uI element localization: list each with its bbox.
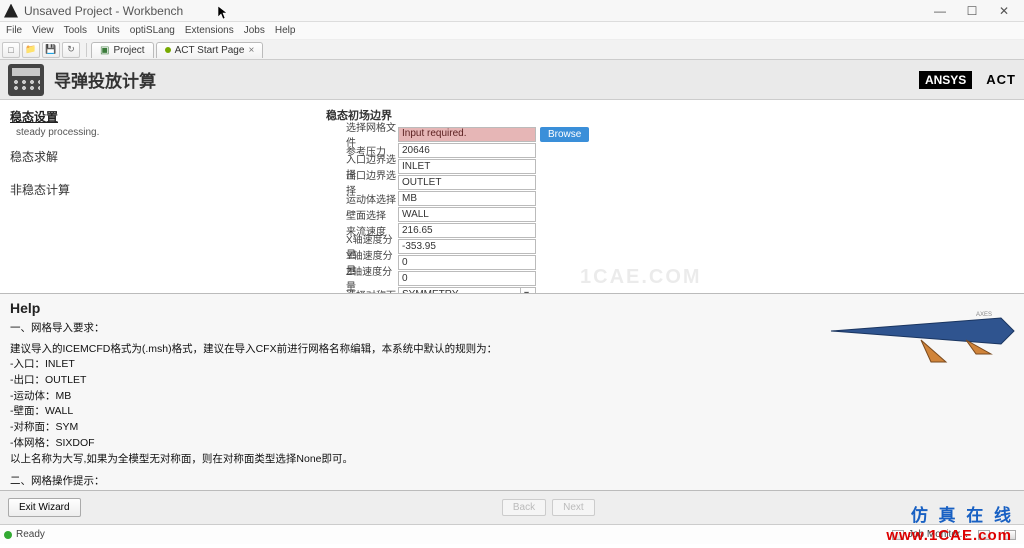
browse-button[interactable]: Browse — [540, 127, 589, 142]
help-line: 建议导入的ICEMCFD格式为(.msh)格式，建议在导入CFX前进行网格名称编… — [10, 342, 1014, 357]
tab-act-start-page[interactable]: ACT Start Page × — [156, 42, 264, 58]
status-job-monitor[interactable]: Job Monitor... — [908, 529, 968, 540]
help-line: 二、网格操作提示： — [10, 474, 1014, 489]
input-outlet[interactable] — [398, 175, 536, 190]
menubar: File View Tools Units optiSLang Extensio… — [0, 22, 1024, 40]
sidebar-steady-sub: steady processing. — [10, 127, 309, 138]
wizard-footer: Exit Wizard Back Next — [0, 490, 1024, 524]
menu-view[interactable]: View — [32, 25, 54, 36]
project-icon: ▣ — [100, 45, 109, 56]
act-icon — [165, 47, 171, 53]
save-button[interactable]: 💾 — [42, 42, 60, 58]
help-line: 以上名称为大写,如果为全模型无对称面，则在对称面类型选择None即可。 — [10, 452, 1014, 467]
page-title: 导弹投放计算 — [54, 67, 909, 92]
form-area: 稳态初场边界 选择网格文件 Input required. Browse 参考压… — [320, 100, 1024, 293]
main-content: 稳态设置 steady processing. 稳态求解 非稳态计算 稳态初场边… — [0, 100, 1024, 293]
act-label: ACT — [986, 72, 1016, 87]
window-titlebar: Unsaved Project - Workbench — ☐ ✕ — [0, 0, 1024, 22]
open-button[interactable]: 📁 — [22, 42, 40, 58]
messages-icon[interactable] — [1004, 530, 1016, 540]
page-header: 导弹投放计算 ANSYS ACT — [0, 60, 1024, 100]
input-yvel[interactable] — [398, 255, 536, 270]
close-icon[interactable]: × — [248, 45, 254, 56]
window-maximize-button[interactable]: ☐ — [956, 0, 988, 21]
help-line: -运动体：MB — [10, 389, 1014, 404]
menu-extensions[interactable]: Extensions — [185, 25, 234, 36]
help-line: -对称面：SYM — [10, 420, 1014, 435]
window-close-button[interactable]: ✕ — [988, 0, 1020, 21]
refresh-button[interactable]: ↻ — [62, 42, 80, 58]
wizard-sidebar: 稳态设置 steady processing. 稳态求解 非稳态计算 — [0, 100, 320, 293]
help-line: -入口：INLET — [10, 357, 1014, 372]
sidebar-steady-solve[interactable]: 稳态求解 — [10, 144, 309, 169]
input-xvel[interactable] — [398, 239, 536, 254]
menu-tools[interactable]: Tools — [64, 25, 87, 36]
input-moving-body[interactable] — [398, 191, 536, 206]
menu-jobs[interactable]: Jobs — [244, 25, 265, 36]
calculator-icon — [8, 64, 44, 96]
status-dot-icon — [4, 531, 12, 539]
help-line: -体网格：SIXDOF — [10, 436, 1014, 451]
ansys-logo: ANSYS — [919, 71, 972, 89]
tab-project-label: Project — [113, 45, 144, 56]
toolbar-separator — [86, 43, 87, 57]
menu-help[interactable]: Help — [275, 25, 296, 36]
menu-units[interactable]: Units — [97, 25, 120, 36]
exit-wizard-button[interactable]: Exit Wizard — [8, 498, 81, 517]
status-ready: Ready — [16, 529, 45, 540]
toolbar: □ 📁 💾 ↻ ▣ Project ACT Start Page × — [0, 40, 1024, 60]
help-panel: AXES Help 一、网格导入要求： 建议导入的ICEMCFD格式为(.msh… — [0, 293, 1024, 490]
input-zvel[interactable] — [398, 271, 536, 286]
label-wall: 壁面选择 — [326, 207, 398, 222]
input-mesh-file[interactable]: Input required. — [398, 127, 536, 142]
group-steady-boundary: 稳态初场边界 — [326, 104, 1018, 126]
menu-optislang[interactable]: optiSLang — [130, 25, 175, 36]
menu-file[interactable]: File — [6, 25, 22, 36]
window-minimize-button[interactable]: — — [924, 0, 956, 21]
status-bar: Ready Job Monitor... — [0, 524, 1024, 544]
label-moving-body: 运动体选择 — [326, 191, 398, 206]
tab-act-label: ACT Start Page — [175, 45, 245, 56]
new-button[interactable]: □ — [2, 42, 20, 58]
input-inlet[interactable] — [398, 159, 536, 174]
next-button[interactable]: Next — [552, 499, 595, 516]
tab-project[interactable]: ▣ Project — [91, 42, 154, 58]
sidebar-unsteady[interactable]: 非稳态计算 — [10, 177, 309, 202]
app-icon — [4, 4, 18, 18]
help-line: 一、网格导入要求： — [10, 321, 1014, 336]
sidebar-steady-settings[interactable]: 稳态设置 — [10, 106, 309, 127]
job-monitor-icon[interactable] — [892, 530, 904, 540]
help-line: -壁面：WALL — [10, 404, 1014, 419]
help-title: Help — [10, 300, 1014, 320]
help-line: -出口：OUTLET — [10, 373, 1014, 388]
input-freestream[interactable] — [398, 223, 536, 238]
window-title: Unsaved Project - Workbench — [24, 4, 924, 18]
progress-icon[interactable] — [978, 530, 990, 540]
back-button[interactable]: Back — [502, 499, 546, 516]
input-ref-pressure[interactable] — [398, 143, 536, 158]
input-wall[interactable] — [398, 207, 536, 222]
help-scroll-area[interactable]: Help 一、网格导入要求： 建议导入的ICEMCFD格式为(.msh)格式，建… — [0, 294, 1024, 490]
